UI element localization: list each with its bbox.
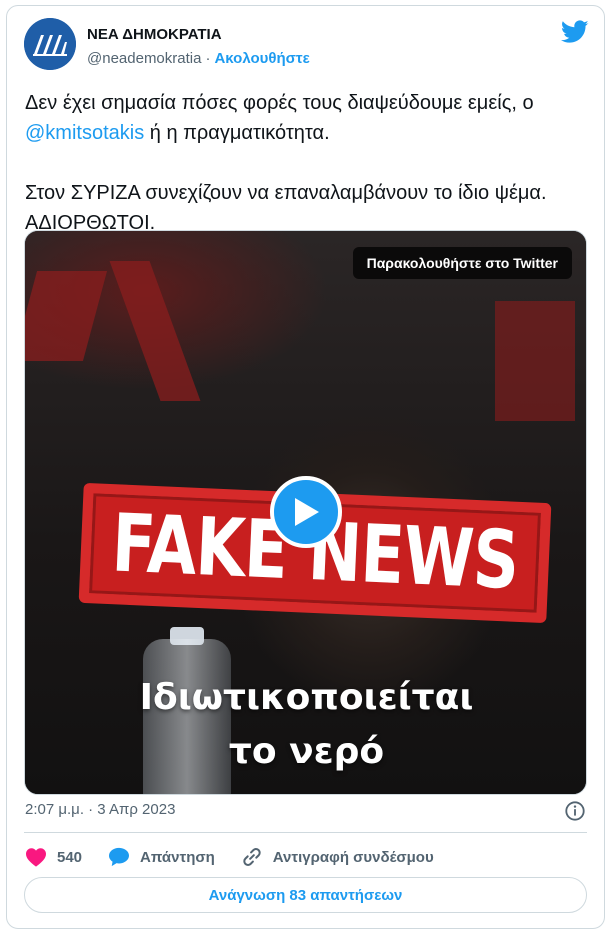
reply-bubble-icon — [109, 847, 130, 867]
video-caption-line2: το νερό — [228, 731, 385, 772]
author-handle-line: @neademokratia · Ακολουθήστε — [87, 50, 310, 67]
read-replies-button[interactable]: Ανάγνωση 83 απαντήσεων — [24, 877, 587, 913]
tweet-text-line2: ή η πραγματικότητα. — [144, 122, 330, 144]
author-display-name[interactable]: ΝΕΑ ΔΗΜΟΚΡΑΤΙΑ — [87, 26, 222, 43]
like-button[interactable]: 540 — [25, 847, 82, 867]
video-media[interactable]: Παρακολουθήστε στο Twitter FAKE NEWS Ιδι… — [24, 230, 587, 795]
play-icon — [295, 498, 319, 526]
likes-count: 540 — [57, 848, 83, 866]
mention-link[interactable]: @kmitsotakis — [25, 122, 144, 144]
watch-on-twitter-button[interactable]: Παρακολουθήστε στο Twitter — [352, 247, 572, 279]
avatar[interactable] — [24, 18, 76, 70]
twitter-bird-icon[interactable] — [561, 20, 589, 44]
tweet-actions: 540 Απάντηση Αντιγραφή συνδέσμου — [25, 844, 460, 870]
tweet-text-paragraph2: Στον ΣΥΡΙΖΑ συνεχίζουν να επαναλαμβάνουν… — [25, 182, 547, 234]
background-letter-shape — [495, 301, 575, 421]
video-caption-line1: Ιδιωτικοποιείται — [139, 677, 474, 718]
copy-link-button[interactable]: Αντιγραφή συνδέσμου — [241, 846, 434, 868]
play-button[interactable] — [270, 476, 342, 548]
link-icon — [243, 848, 261, 866]
heart-icon — [26, 848, 46, 867]
reply-button[interactable]: Απάντηση — [108, 847, 215, 867]
tweet-card: ΝΕΑ ΔΗΜΟΚΡΑΤΙΑ @neademokratia · Ακολουθήστ… — [6, 5, 605, 929]
divider — [24, 832, 587, 833]
tweet-text: Δεν έχει σημασία πόσες φορές τους διαψεύ… — [25, 88, 595, 238]
tweet-timestamp[interactable]: 2:07 μ.μ. · 3 Απρ 2023 — [25, 801, 175, 818]
info-icon[interactable] — [564, 800, 586, 822]
tweet-text-line1: Δεν έχει σημασία πόσες φορές τους διαψεύ… — [25, 92, 534, 114]
author-handle[interactable]: @neademokratia — [87, 50, 201, 67]
reply-label: Απάντηση — [140, 848, 215, 866]
follow-button[interactable]: Ακολουθήστε — [214, 50, 309, 67]
nd-logo-icon — [24, 18, 76, 70]
separator-dot: · — [205, 50, 211, 67]
copy-link-label: Αντιγραφή συνδέσμου — [272, 848, 434, 866]
